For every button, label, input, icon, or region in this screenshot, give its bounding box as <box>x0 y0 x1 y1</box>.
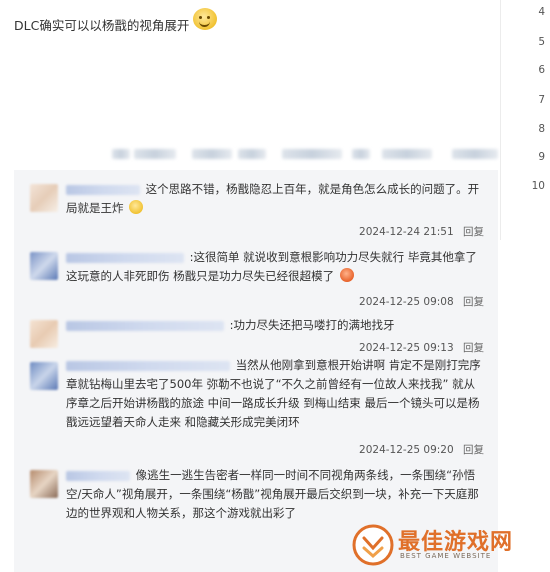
blurred-block <box>452 149 498 159</box>
username[interactable] <box>66 184 140 195</box>
post-text: DLC确实可以以杨戬的视角展开 <box>14 18 190 33</box>
avatar[interactable] <box>30 320 58 348</box>
blurred-block <box>192 149 232 159</box>
reply-meta: 2024-12-24 21:51 回复 <box>359 224 484 239</box>
floor-item[interactable]: 10 <box>532 180 545 192</box>
reply-button[interactable]: 回复 <box>463 226 484 238</box>
blurred-block <box>382 149 432 159</box>
avatar[interactable] <box>30 470 58 498</box>
blurred-block <box>282 149 342 159</box>
username[interactable] <box>66 252 184 263</box>
reply-meta: 2024-12-25 09:20 回复 <box>359 442 484 457</box>
floor-item[interactable]: 5 <box>538 36 545 48</box>
username[interactable] <box>66 320 224 331</box>
floor-item[interactable]: 4 <box>538 6 545 18</box>
reply-content: :功力尽失还把马喽打的满地找牙 <box>229 318 395 332</box>
avatar[interactable] <box>30 362 58 390</box>
floor-item[interactable]: 8 <box>538 123 545 135</box>
reply-time: 2024-12-25 09:13 <box>359 342 454 354</box>
username[interactable] <box>66 360 230 371</box>
reply-list: 这个思路不错，杨戬隐忍上百年，就是角色怎么成长的问题了。开局就是王炸 2024-… <box>14 170 498 572</box>
reply-button[interactable]: 回复 <box>463 342 484 354</box>
post-content: DLC确实可以以杨戬的视角展开 <box>14 7 218 34</box>
watermark-subtitle: BEST GAME WEBSITE <box>400 552 492 560</box>
site-logo-icon <box>352 524 394 566</box>
reply-text: 当然从他刚拿到意根开始讲啊 肯定不是刚打完序章就钻梅山里去宅了500年 弥勒不也… <box>66 356 484 432</box>
reply-button[interactable]: 回复 <box>463 296 484 308</box>
reply-time: 2024-12-25 09:08 <box>359 296 454 308</box>
avatar[interactable] <box>30 184 58 212</box>
reply-text: 像逃生一逃生告密者一样同一时间不同视角两条线，一条围绕“孙悟空/天命人”视角展开… <box>66 466 484 523</box>
reply-time: 2024-12-24 21:51 <box>359 226 454 238</box>
reply-meta: 2024-12-25 09:08 回复 <box>359 294 484 309</box>
angry-emoji-icon <box>339 268 354 282</box>
blurred-block <box>112 149 130 159</box>
floor-item[interactable]: 7 <box>538 94 545 106</box>
avatar[interactable] <box>30 252 58 280</box>
smile-emoji-icon <box>129 200 144 214</box>
floor-item[interactable]: 9 <box>538 151 545 163</box>
reply-text: 这个思路不错，杨戬隐忍上百年，就是角色怎么成长的问题了。开局就是王炸 <box>66 180 484 218</box>
username[interactable] <box>66 470 130 481</box>
smile-emoji-icon <box>193 7 218 30</box>
floor-nav: 4 5 6 7 8 9 10 <box>500 0 550 240</box>
reply-meta: 2024-12-25 09:13 回复 <box>359 340 484 355</box>
blurred-block <box>352 149 370 159</box>
site-watermark: 最佳游戏网 BEST GAME WEBSITE <box>352 522 542 568</box>
reply-button[interactable]: 回复 <box>463 444 484 456</box>
reply-time: 2024-12-25 09:20 <box>359 444 454 456</box>
floor-item[interactable]: 6 <box>538 64 545 76</box>
reply-text: :功力尽失还把马喽打的满地找牙 <box>66 316 484 335</box>
blurred-block <box>134 149 176 159</box>
blurred-block <box>238 149 266 159</box>
reply-text: :这很简单 就说收到意根影响功力尽失就行 毕竟其他拿了这玩意的人非死即伤 杨戬只… <box>66 248 484 286</box>
